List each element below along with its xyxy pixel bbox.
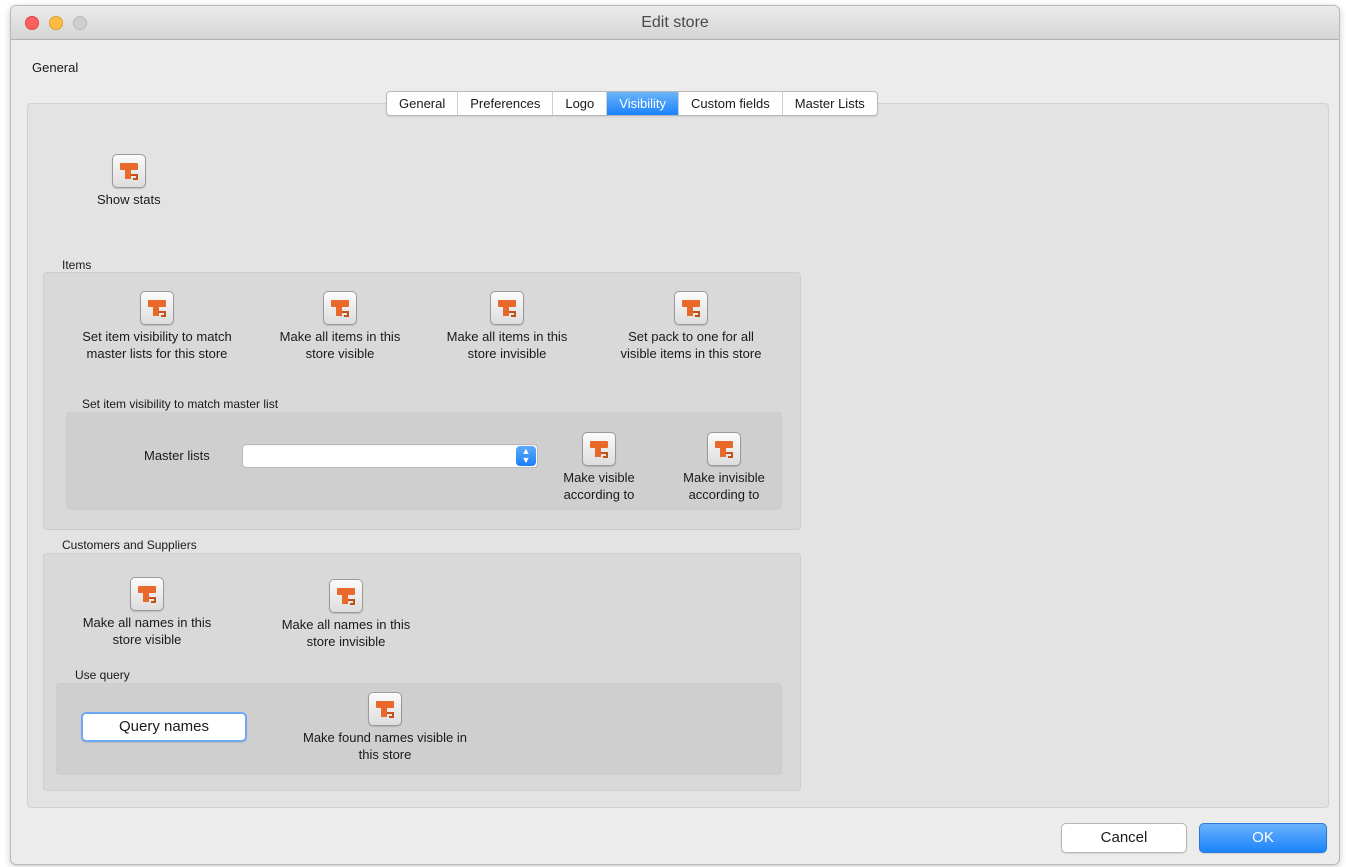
tool-icon — [111, 154, 146, 188]
tool-icon — [582, 432, 616, 466]
make-all-items-invisible-button[interactable]: Make all items in this store invisible — [432, 291, 582, 362]
make-all-names-visible-button[interactable]: Make all names in this store visible — [62, 577, 232, 648]
match-master-lists-label: Set item visibility to match master list… — [82, 329, 232, 361]
make-all-items-visible-label: Make all items in this store visible — [279, 329, 401, 361]
make-visible-according-to-button[interactable]: Make visible according to — [549, 432, 649, 503]
make-found-names-visible-button[interactable]: Make found names visible in this store — [275, 692, 495, 763]
customers-section-label: Customers and Suppliers — [62, 538, 197, 552]
cancel-button[interactable]: Cancel — [1061, 823, 1187, 853]
set-pack-to-one-button[interactable]: Set pack to one for all visible items in… — [601, 291, 781, 362]
tool-icon — [323, 291, 357, 325]
master-lists-select[interactable]: ▲ ▼ — [242, 444, 538, 468]
make-visible-according-to-label: Make visible according to — [563, 470, 635, 502]
tool-icon — [329, 579, 363, 613]
title-bar: Edit store — [11, 6, 1339, 40]
make-found-names-visible-label: Make found names visible in this store — [302, 730, 468, 762]
use-query-label: Use query — [75, 668, 130, 682]
tool-icon — [368, 692, 402, 726]
match-master-lists-button[interactable]: Set item visibility to match master list… — [67, 291, 247, 362]
set-pack-to-one-label: Set pack to one for all visible items in… — [620, 329, 762, 361]
edit-store-window: Edit store General General Preferences L… — [10, 5, 1340, 865]
query-names-button[interactable]: Query names — [81, 712, 247, 742]
master-list-group-label: Set item visibility to match master list — [82, 397, 279, 411]
tab-general[interactable]: General — [387, 92, 459, 115]
tool-icon — [130, 577, 164, 611]
tab-bar: General Preferences Logo Visibility Cust… — [386, 91, 878, 116]
tab-master-lists[interactable]: Master Lists — [783, 92, 877, 115]
ok-button[interactable]: OK — [1199, 823, 1327, 853]
make-all-names-visible-label: Make all names in this store visible — [82, 615, 212, 647]
chevron-updown-icon[interactable]: ▲ ▼ — [516, 446, 536, 466]
show-stats-label: Show stats — [97, 192, 161, 207]
window-title: Edit store — [641, 14, 709, 31]
tool-icon — [490, 291, 524, 325]
make-invisible-according-to-label: Make invisible according to — [683, 470, 765, 502]
make-invisible-according-to-button[interactable]: Make invisible according to — [669, 432, 779, 503]
items-section-label: Items — [62, 258, 92, 272]
tab-visibility[interactable]: Visibility — [607, 92, 679, 115]
general-heading: General — [32, 60, 79, 75]
make-all-names-invisible-label: Make all names in this store invisible — [281, 617, 411, 649]
tool-icon — [140, 291, 174, 325]
show-stats-button[interactable]: Show stats — [97, 154, 161, 208]
tool-icon — [707, 432, 741, 466]
tab-custom-fields[interactable]: Custom fields — [679, 92, 783, 115]
tab-logo[interactable]: Logo — [553, 92, 608, 115]
make-all-names-invisible-button[interactable]: Make all names in this store invisible — [261, 579, 431, 650]
master-lists-field-label: Master lists — [144, 448, 210, 463]
make-all-items-invisible-label: Make all items in this store invisible — [446, 329, 568, 361]
tab-preferences[interactable]: Preferences — [458, 92, 554, 115]
make-all-items-visible-button[interactable]: Make all items in this store visible — [265, 291, 415, 362]
tool-icon — [674, 291, 708, 325]
